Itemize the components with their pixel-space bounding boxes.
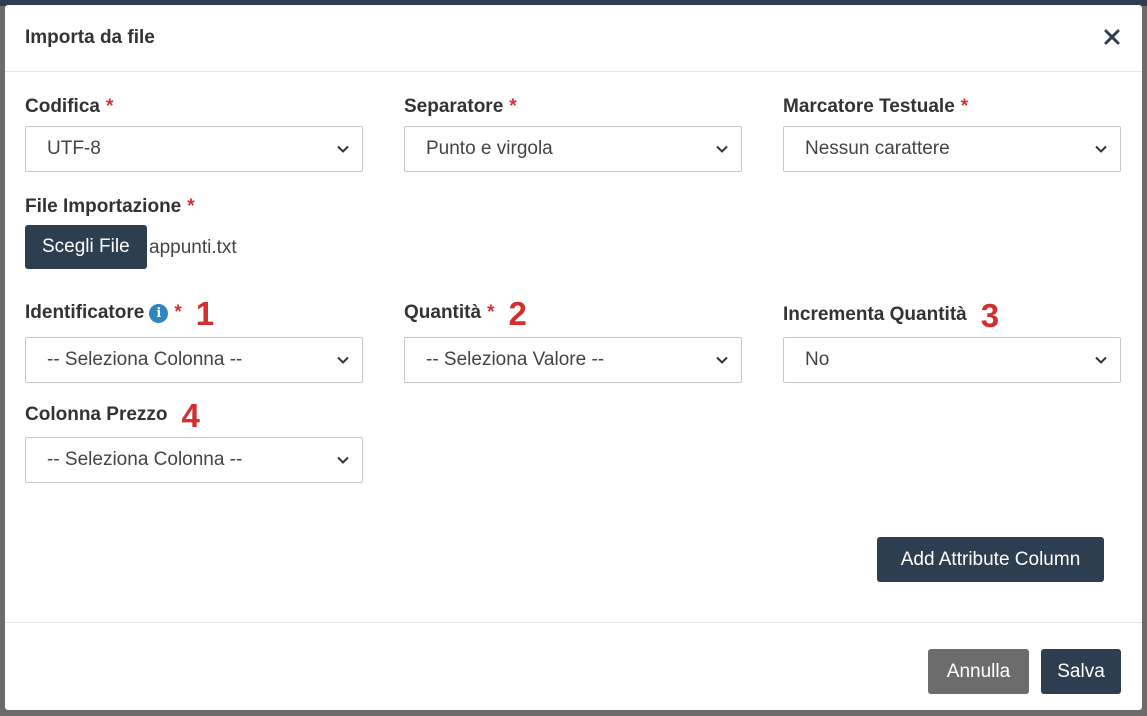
- prezzo-field: Colonna Prezzo 4: [25, 396, 200, 434]
- file-field: File Importazione *: [25, 192, 195, 222]
- required-mark: *: [105, 96, 114, 117]
- file-label: File Importazione *: [25, 192, 195, 222]
- required-mark: *: [509, 96, 517, 117]
- incrementa-select[interactable]: No: [783, 337, 1121, 383]
- separatore-select[interactable]: Punto e virgola: [404, 126, 742, 172]
- identificatore-label-text: Identificatore: [25, 302, 145, 323]
- file-name: appunti.txt: [149, 237, 237, 258]
- identificatore-select[interactable]: -- Seleziona Colonna --: [25, 337, 363, 383]
- add-attribute-column-button[interactable]: Add Attribute Column: [877, 537, 1104, 582]
- incrementa-label-text: Incrementa Quantità: [783, 304, 967, 325]
- annotation-number: 4: [181, 396, 200, 434]
- chevron-down-icon: [1095, 145, 1107, 153]
- separatore-label: Separatore *: [404, 92, 517, 122]
- marcatore-label-text: Marcatore Testuale: [783, 96, 955, 117]
- import-modal: Importa da file Codifica * UTF-8 Separat…: [5, 5, 1142, 710]
- incrementa-label: Incrementa Quantità 3: [783, 296, 1000, 334]
- cancel-button[interactable]: Annulla: [928, 649, 1029, 694]
- chevron-down-icon: [716, 356, 728, 364]
- annotation-number: 3: [980, 296, 1000, 334]
- quantita-field: Quantità * 2: [404, 294, 527, 332]
- chevron-down-icon: [716, 145, 728, 153]
- separatore-field: Separatore *: [404, 92, 517, 122]
- marcatore-label: Marcatore Testuale *: [783, 92, 968, 122]
- quantita-label-text: Quantità: [404, 302, 482, 323]
- prezzo-label: Colonna Prezzo 4: [25, 396, 200, 434]
- codifica-select[interactable]: UTF-8: [25, 126, 363, 172]
- identificatore-label: Identificatore i * 1: [25, 294, 215, 332]
- chevron-down-icon: [337, 456, 349, 464]
- identificatore-select-value: -- Seleziona Colonna --: [47, 349, 243, 370]
- separatore-select-value: Punto e virgola: [426, 138, 553, 159]
- annotation-number: 1: [195, 294, 215, 332]
- marcatore-select-value: Nessun carattere: [805, 138, 950, 159]
- marcatore-select[interactable]: Nessun carattere: [783, 126, 1121, 172]
- marcatore-field: Marcatore Testuale *: [783, 92, 968, 122]
- required-mark: *: [187, 196, 195, 217]
- quantita-select-value: -- Seleziona Valore --: [426, 349, 605, 370]
- required-mark: *: [487, 302, 495, 323]
- identificatore-field: Identificatore i * 1: [25, 294, 215, 332]
- prezzo-select-value: -- Seleziona Colonna --: [47, 449, 243, 470]
- modal-header: Importa da file: [5, 5, 1142, 72]
- info-icon[interactable]: i: [149, 303, 169, 323]
- chevron-down-icon: [337, 145, 349, 153]
- required-mark: *: [174, 302, 182, 323]
- modal-footer: Annulla Salva: [5, 622, 1142, 710]
- quantita-select[interactable]: -- Seleziona Valore --: [404, 337, 742, 383]
- quantita-label: Quantità * 2: [404, 294, 527, 332]
- codifica-label-text: Codifica: [25, 96, 100, 117]
- required-mark: *: [960, 96, 969, 117]
- codifica-label: Codifica *: [25, 92, 113, 122]
- codifica-field: Codifica *: [25, 92, 113, 122]
- save-button[interactable]: Salva: [1041, 649, 1121, 694]
- chevron-down-icon: [337, 356, 349, 364]
- modal-body: Codifica * UTF-8 Separatore * Punto e vi…: [5, 72, 1142, 622]
- chevron-down-icon: [1095, 356, 1107, 364]
- file-label-text: File Importazione: [25, 196, 182, 217]
- annotation-number: 2: [508, 294, 527, 332]
- close-icon[interactable]: [1100, 25, 1124, 49]
- incrementa-select-value: No: [805, 349, 830, 370]
- prezzo-label-text: Colonna Prezzo: [25, 404, 168, 425]
- incrementa-field: Incrementa Quantità 3: [783, 296, 1000, 334]
- choose-file-button[interactable]: Scegli File: [25, 225, 147, 269]
- codifica-select-value: UTF-8: [47, 138, 101, 159]
- prezzo-select[interactable]: -- Seleziona Colonna --: [25, 437, 363, 483]
- separatore-label-text: Separatore: [404, 96, 504, 117]
- modal-title: Importa da file: [25, 27, 155, 48]
